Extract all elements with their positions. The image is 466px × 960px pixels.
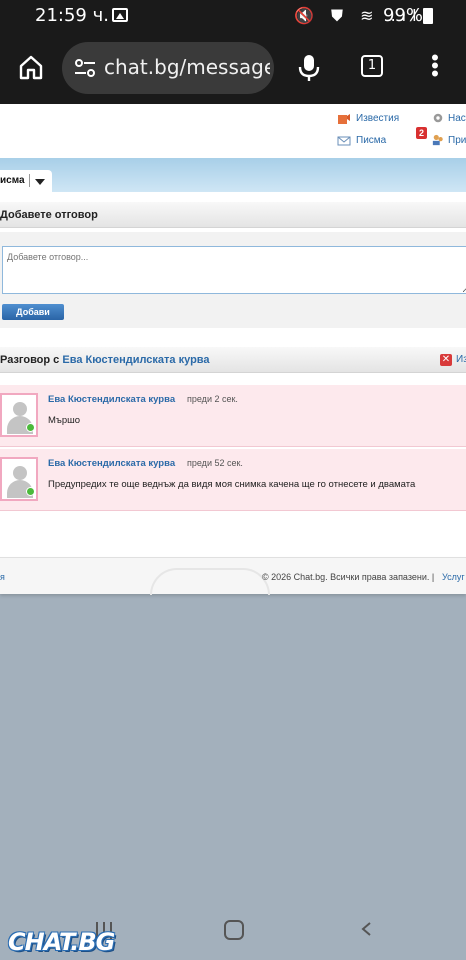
close-icon[interactable]: ✕ xyxy=(440,354,452,366)
status-bar: 21:59 ч. 🔇 ⛊ ≋ .ıl 99% xyxy=(0,0,466,32)
footer-decoration xyxy=(150,568,270,595)
home-icon[interactable] xyxy=(18,54,44,80)
status-time: 21:59 ч. xyxy=(35,5,109,26)
reply-section-header: Добавете отговор xyxy=(0,202,466,228)
reply-heading: Добавете отговор xyxy=(0,209,98,221)
message-author-link[interactable]: Ева Кюстендилската курва xyxy=(48,394,175,405)
more-menu-icon[interactable]: • • • xyxy=(428,47,442,85)
home-button[interactable] xyxy=(224,920,244,940)
chat-bg-watermark: CHAT.BG xyxy=(8,928,115,956)
message-item: Ева Кюстендилската курва преди 52 сек. П… xyxy=(0,449,466,511)
reply-input[interactable] xyxy=(2,246,466,294)
close-conversation-link[interactable]: Из xyxy=(456,354,466,365)
back-button[interactable] xyxy=(360,922,372,936)
nav-news-link[interactable]: Известия xyxy=(356,113,399,124)
message-text: Предупредих те още веднъж да видя моя сн… xyxy=(48,479,416,490)
conversation-title: Разговор с Ева Кюстендилската курва xyxy=(0,354,210,366)
nav-letters-link[interactable]: Писма xyxy=(356,135,386,146)
message-item: Ева Кюстендилската курва преди 2 сек. Мъ… xyxy=(0,385,466,447)
gear-icon xyxy=(433,113,443,123)
tab-letters[interactable]: исма xyxy=(0,170,52,192)
avatar-head xyxy=(13,402,27,416)
url-text[interactable]: chat.bg/messages/ xyxy=(104,55,270,79)
letters-count-badge: 2 xyxy=(416,127,427,139)
conversation-header: Разговор с Ева Кюстендилската курва ✕ Из xyxy=(0,347,466,373)
battery-level: 99% xyxy=(383,5,424,26)
envelope-icon xyxy=(337,136,351,146)
footer-services-link[interactable]: Услуг xyxy=(442,572,465,582)
avatar[interactable] xyxy=(0,457,38,501)
footer-left-link[interactable]: я xyxy=(0,572,5,582)
online-status-icon xyxy=(26,487,35,496)
gallery-icon xyxy=(112,8,128,22)
web-page: Известия Писма Наст 2 При исма Добавете … xyxy=(0,104,466,595)
friends-icon xyxy=(432,134,443,146)
page-footer: я © 2026 Chat.bg. Всички права запазени.… xyxy=(0,557,466,595)
message-text: Мършо xyxy=(48,415,81,426)
message-time: преди 2 сек. xyxy=(187,394,238,404)
browser-toolbar: chat.bg/messages/ 1 ••• xyxy=(0,32,466,104)
tab-letters-label: исма xyxy=(0,175,25,186)
online-status-icon xyxy=(26,423,35,432)
dropdown-arrow-icon[interactable] xyxy=(35,179,45,185)
conversation-prefix: Разговор с xyxy=(0,354,63,366)
avatar-head xyxy=(13,466,27,480)
add-reply-button[interactable]: Добави xyxy=(2,304,64,320)
avatar[interactable] xyxy=(0,393,38,437)
address-bar[interactable]: chat.bg/messages/ xyxy=(62,42,274,94)
nav-settings-link[interactable]: Наст xyxy=(448,113,466,124)
tab-strip: исма xyxy=(0,158,466,192)
tab-switcher-button[interactable]: 1 xyxy=(361,55,383,77)
conversation-partner-link[interactable]: Ева Кюстендилската курва xyxy=(62,354,209,366)
message-author-link[interactable]: Ева Кюстендилската курва xyxy=(48,458,175,469)
tab-divider xyxy=(29,174,30,187)
reply-form: Добави xyxy=(0,232,466,328)
nav-friends-link[interactable]: При xyxy=(448,135,466,146)
message-time: преди 52 сек. xyxy=(187,458,243,468)
site-settings-icon[interactable] xyxy=(74,58,96,78)
battery-icon xyxy=(423,8,433,24)
news-icon xyxy=(338,114,350,124)
footer-copyright: © 2026 Chat.bg. Всички права запазени. | xyxy=(262,572,435,582)
microphone-icon[interactable] xyxy=(298,54,320,82)
